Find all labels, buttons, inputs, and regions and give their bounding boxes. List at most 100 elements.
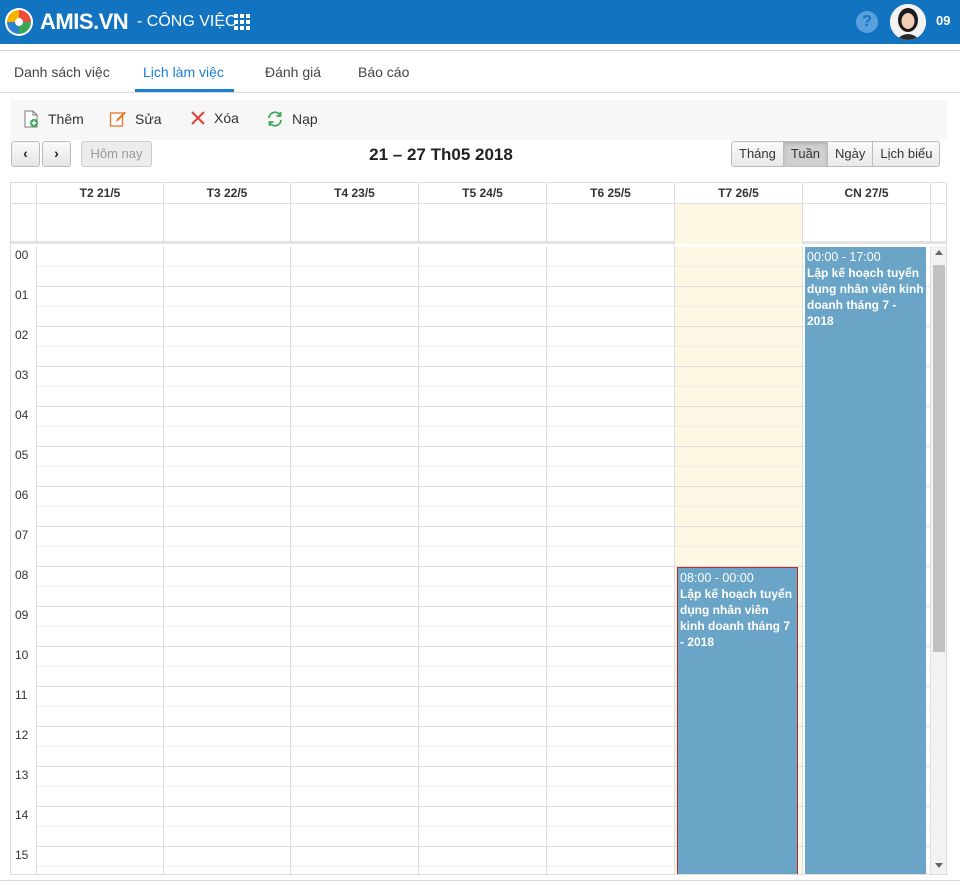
half-hour-line [36,386,930,387]
hour-line [36,486,930,487]
half-hour-line [36,266,930,267]
hour-label: 03 [15,368,29,382]
reload-button-label: Nạp [292,111,318,127]
day-header-mon: T2 21/5 [36,183,163,203]
all-day-cell[interactable] [418,204,546,244]
hour-label: 06 [15,488,29,502]
scroll-down-arrow-icon[interactable] [935,863,943,868]
hour-label: 02 [15,328,29,342]
day-column-line [674,246,675,874]
hour-label: 07 [15,528,29,542]
app-grid-icon[interactable] [234,14,250,30]
week-calendar: T2 21/5 T3 22/5 T4 23/5 T5 24/5 T6 25/5 … [10,182,947,875]
half-hour-line [36,546,930,547]
tab-lich-lam-viec[interactable]: Lịch làm việc [143,64,224,80]
day-column-line [36,246,37,874]
event-title: Lập kế hoạch tuyển dụng nhân viên kinh d… [807,266,924,328]
reload-icon [268,111,282,127]
day-header-sat: T7 26/5 [674,183,802,203]
delete-button-label: Xóa [214,110,239,126]
day-header-wed: T4 23/5 [290,183,418,203]
add-button-label: Thêm [48,111,84,127]
brand-name[interactable]: AMIS.VN [40,9,129,35]
today-button[interactable]: Hôm nay [81,141,152,167]
day-column-line [802,246,803,874]
hour-label: 12 [15,728,29,742]
hour-label: 04 [15,408,29,422]
day-column-line [290,246,291,874]
half-hour-line [36,346,930,347]
all-day-cell[interactable] [290,204,418,244]
half-hour-line [36,466,930,467]
calendar-title: 21 – 27 Th05 2018 [369,145,513,164]
hour-line [36,366,930,367]
hour-line [36,406,930,407]
tab-danh-gia[interactable]: Đánh giá [265,64,321,80]
day-column-line [546,246,547,874]
hour-label: 11 [15,688,28,702]
hour-label: 10 [15,648,29,662]
user-name[interactable]: 09 [936,13,950,28]
event-time: 08:00 - 00:00 [680,571,754,585]
scrollbar-thumb[interactable] [933,265,945,652]
day-header-thu: T5 24/5 [418,183,546,203]
edit-button[interactable]: Sửa [109,110,162,128]
bottom-divider [0,880,960,881]
prev-week-button[interactable]: ‹ [11,141,40,167]
event-title: Lập kế hoạch tuyển dụng nhân viên kinh d… [680,587,793,649]
hour-label: 05 [15,448,29,462]
event-time: 00:00 - 17:00 [807,250,881,264]
all-day-cell[interactable] [546,204,674,244]
help-icon[interactable]: ? [856,11,878,33]
hour-label: 14 [15,808,29,822]
hour-label: 08 [15,568,29,582]
half-hour-line [36,306,930,307]
tab-danh-sach-viec[interactable]: Danh sách việc [14,64,110,80]
view-day-button[interactable]: Ngày [828,142,874,166]
hour-line [36,326,930,327]
calendar-scrollbar[interactable] [930,246,946,874]
view-switcher: Tháng Tuần Ngày Lịch biểu [731,141,941,167]
user-avatar[interactable] [890,4,926,40]
all-day-cell[interactable] [163,204,290,244]
delete-button[interactable]: Xóa [190,110,239,126]
hour-line [36,286,930,287]
avatar-image [890,4,926,40]
hour-line [36,526,930,527]
calendar-event-selected[interactable]: 08:00 - 00:00 Lập kế hoạch tuyển dụng nh… [677,567,798,874]
half-hour-line [36,426,930,427]
add-button[interactable]: Thêm [22,110,84,128]
top-bar: AMIS.VN - CÔNG VIỆC ? 09 [0,0,960,44]
next-week-button[interactable]: › [42,141,71,167]
edit-button-label: Sửa [135,111,162,127]
view-month-button[interactable]: Tháng [732,142,784,166]
module-name: - CÔNG VIỆC [137,13,237,30]
all-day-cell[interactable] [36,204,163,244]
header-scroll-spacer [930,183,946,203]
main-tabs: Danh sách việc Lịch làm việc Đánh giá Bá… [0,51,960,93]
tab-bao-cao[interactable]: Báo cáo [358,64,409,80]
day-column-line [163,246,164,874]
day-column-line [418,246,419,874]
calendar-event[interactable]: 00:00 - 17:00 Lập kế hoạch tuyển dụng nh… [805,247,926,874]
all-day-cell-today[interactable] [674,204,802,244]
view-week-button[interactable]: Tuần [783,142,829,166]
edit-pencil-icon [109,111,126,127]
all-day-cell[interactable] [802,204,930,244]
amis-logo-icon[interactable] [4,7,34,37]
day-header-sun: CN 27/5 [802,183,930,203]
hour-label: 09 [15,608,29,622]
active-tab-indicator [135,89,234,92]
view-agenda-button[interactable]: Lịch biểu [873,142,940,166]
hour-label: 15 [15,848,29,862]
hour-label: 13 [15,768,29,782]
hour-label: 00 [15,248,29,262]
all-day-row [11,203,946,244]
day-header-tue: T3 22/5 [163,183,290,203]
add-document-icon [24,110,38,128]
action-toolbar: Thêm Sửa Xóa Nạp [10,100,947,140]
delete-x-icon [191,111,205,125]
hour-line [36,446,930,447]
reload-button[interactable]: Nạp [266,110,318,128]
scroll-up-arrow-icon[interactable] [935,250,943,255]
